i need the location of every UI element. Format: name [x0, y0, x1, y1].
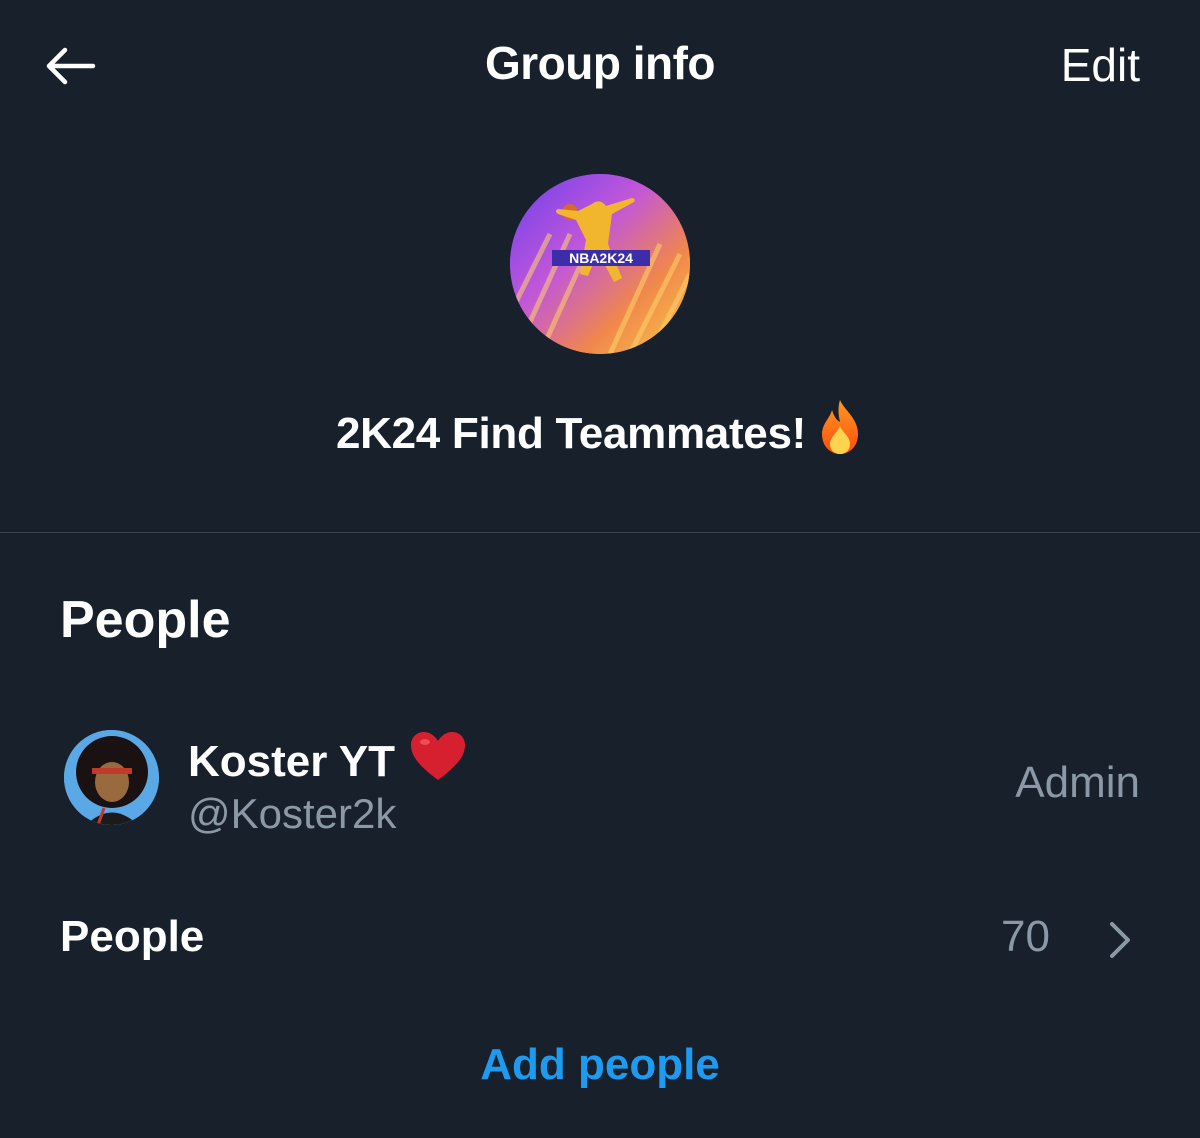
group-name-text: 2K24 Find Teammates!	[335, 409, 806, 459]
edit-button[interactable]: Edit	[1061, 38, 1140, 92]
people-list-row[interactable]: People 70	[0, 900, 1200, 980]
heart-icon	[409, 730, 467, 793]
page-title: Group info	[484, 37, 716, 89]
admin-badge: Admin	[1015, 758, 1140, 807]
game-logo-text: NBA2K24	[569, 250, 633, 266]
section-divider	[0, 532, 1200, 533]
people-section-title: People	[60, 591, 231, 649]
group-avatar[interactable]: NBA2K24	[510, 174, 690, 354]
people-count: 70	[1001, 912, 1050, 961]
group-name: 2K24 Find Teammates!	[0, 400, 1200, 471]
top-bar: Group info Edit	[0, 0, 1200, 130]
chevron-right-icon	[1110, 922, 1130, 958]
avatar	[64, 730, 159, 825]
member-handle: @Koster2k	[188, 790, 397, 837]
add-people-button[interactable]: Add people	[0, 1040, 1200, 1090]
fire-icon	[816, 398, 864, 467]
people-row-label: People	[60, 912, 205, 961]
member-row[interactable]: Koster YT @Koster2k Admin	[0, 712, 1200, 852]
member-name-text: Koster YT	[188, 736, 396, 786]
member-display-name: Koster YT	[188, 730, 467, 793]
